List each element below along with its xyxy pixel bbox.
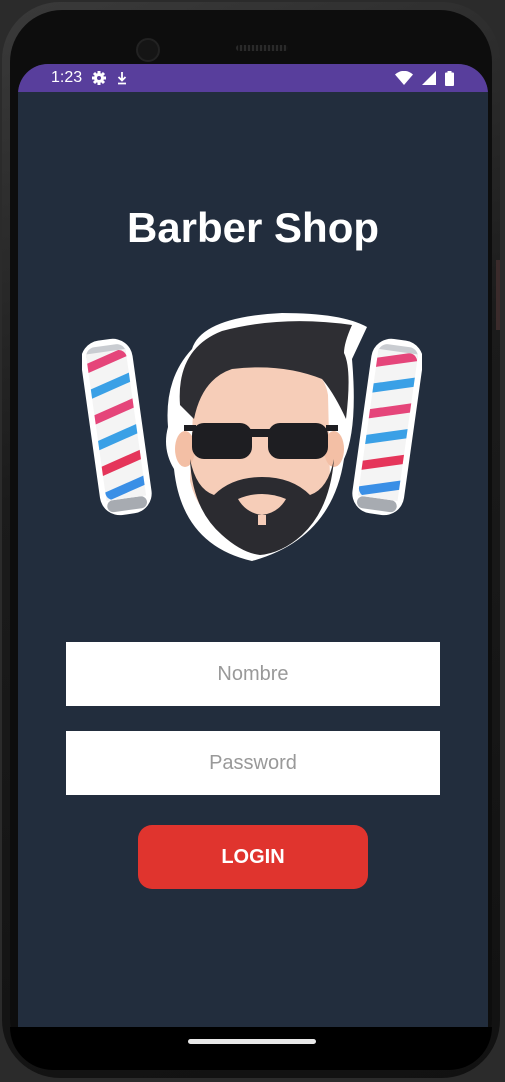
- app-title: Barber Shop: [126, 204, 380, 251]
- navigation-bar: [10, 1027, 492, 1070]
- download-icon: [116, 71, 128, 85]
- wifi-icon: [395, 71, 413, 85]
- password-field[interactable]: [66, 731, 440, 795]
- status-right: [395, 70, 454, 86]
- name-field[interactable]: [66, 642, 440, 706]
- status-time: 1:23: [51, 69, 83, 86]
- app-screen: 1:23 Barber Shop Nombre LOGIN: [18, 64, 488, 1027]
- battery-icon: [445, 70, 454, 86]
- front-camera: [136, 38, 160, 62]
- barber-logo-icon: [80, 309, 424, 569]
- side-button: [496, 260, 500, 330]
- home-gesture-pill[interactable]: [188, 1039, 316, 1044]
- status-left: 1:23: [51, 69, 128, 87]
- earpiece-speaker: [236, 45, 288, 51]
- phone-frame: 1:23 Barber Shop Nombre LOGIN: [2, 2, 500, 1078]
- barber-pole-right: [352, 338, 424, 516]
- login-button[interactable]: LOGIN: [138, 825, 368, 889]
- gear-icon: [91, 70, 107, 86]
- barber-pole-left: [80, 338, 152, 516]
- status-bar: 1:23: [18, 64, 488, 92]
- signal-icon: [422, 71, 436, 85]
- barber-face: [166, 313, 367, 561]
